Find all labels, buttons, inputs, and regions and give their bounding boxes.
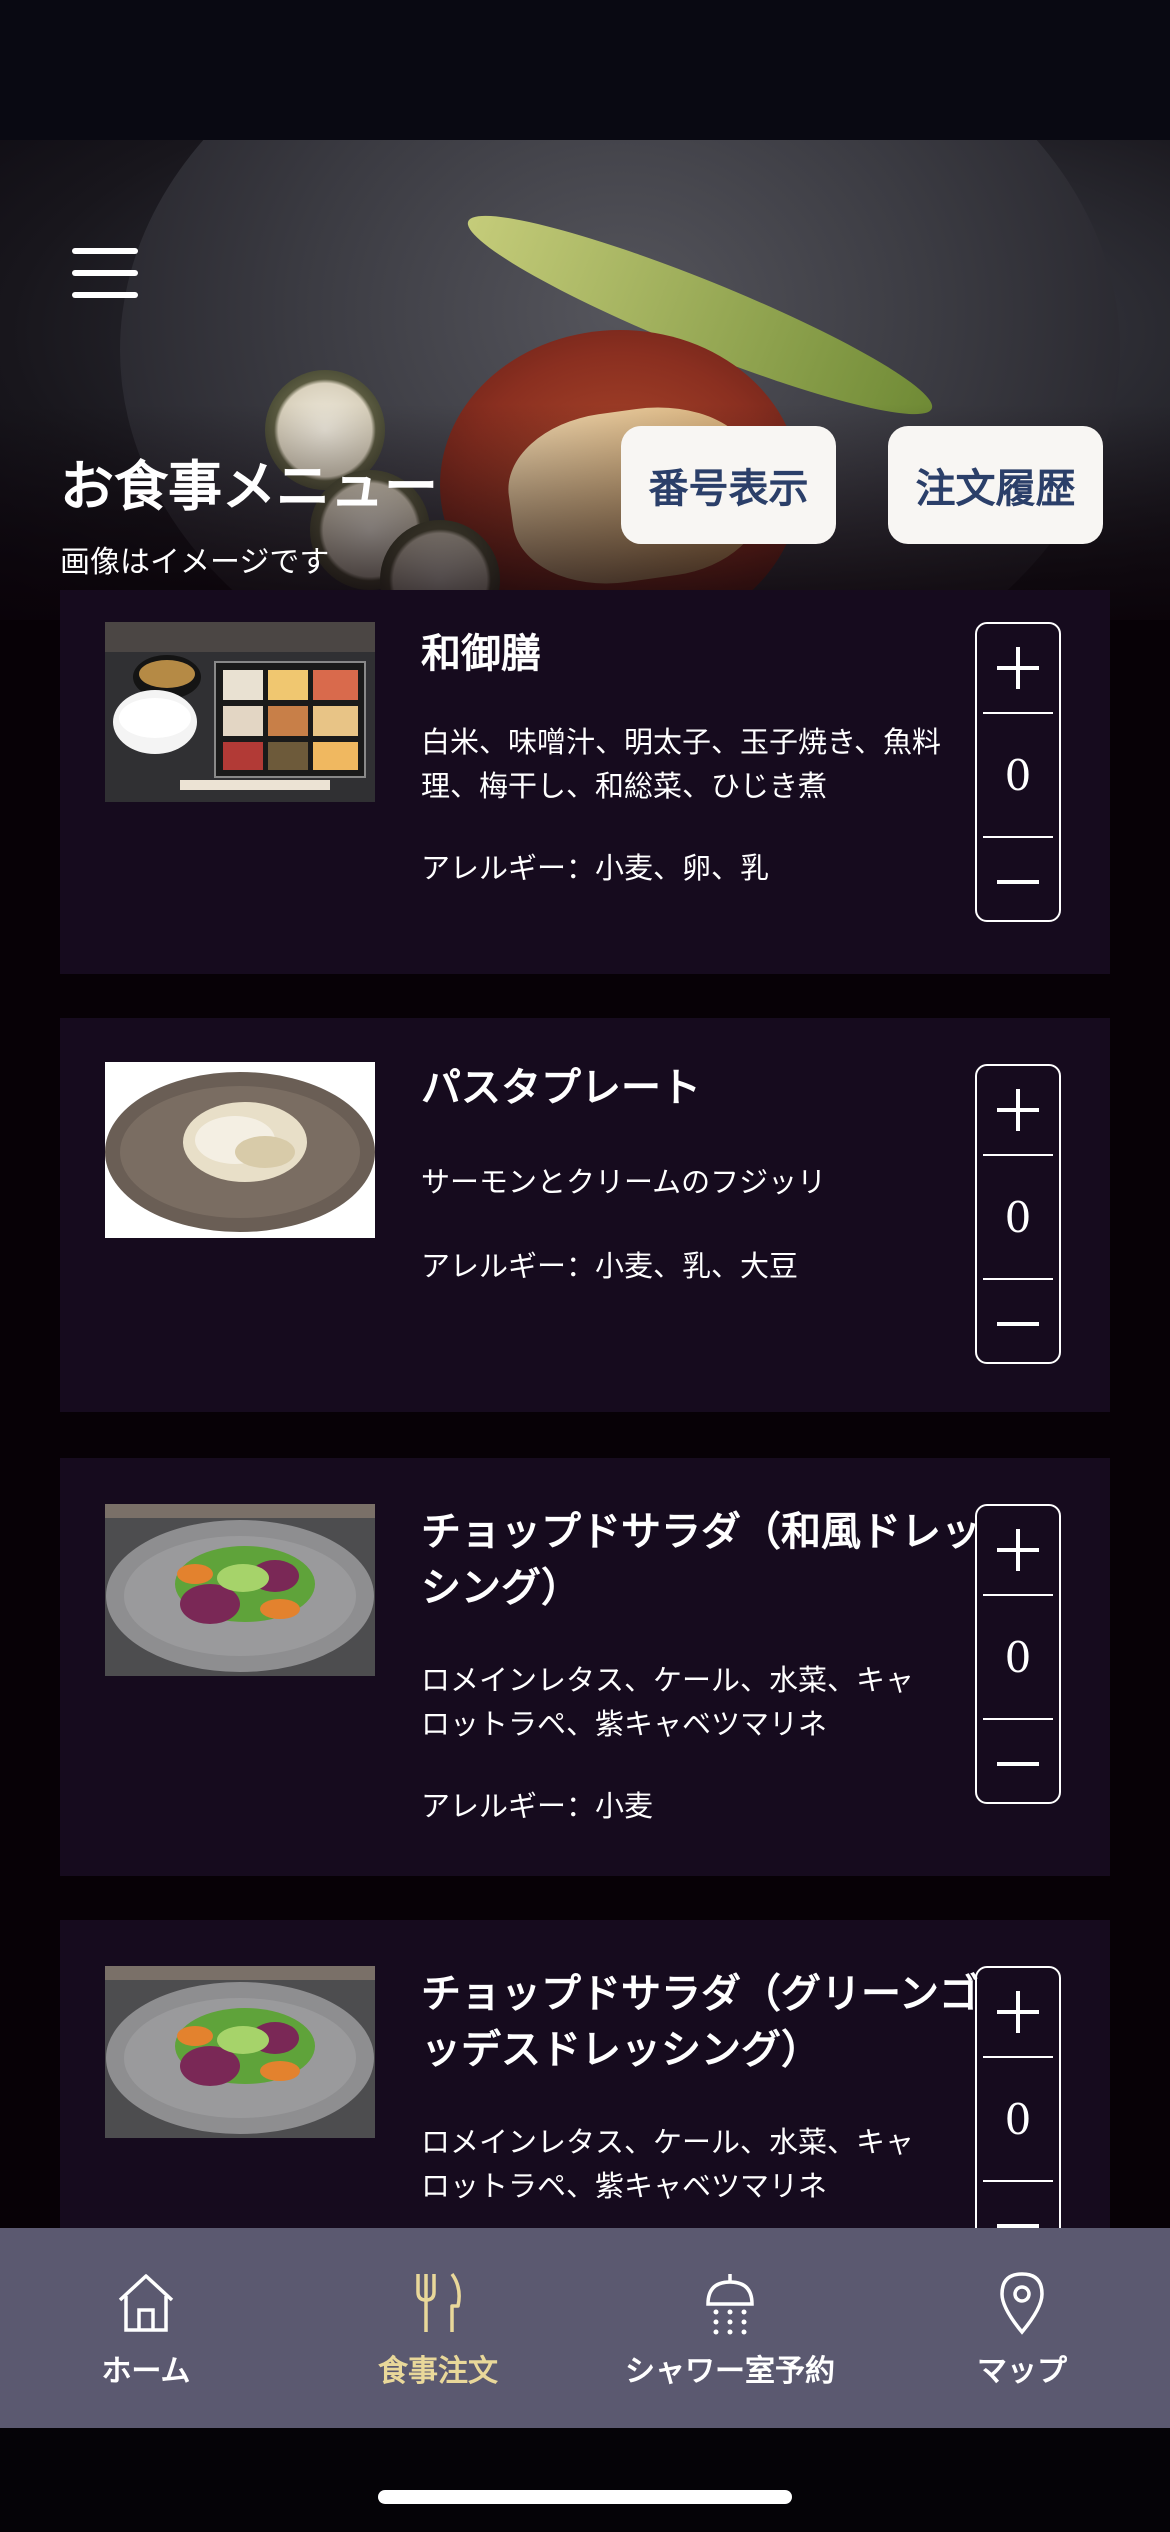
home-indicator[interactable]	[378, 2490, 792, 2504]
menu-item-image	[105, 1504, 375, 1676]
menu-item-allergy: アレルギー：小麦、卵、乳	[421, 851, 770, 885]
tab-map[interactable]: マップ	[876, 2228, 1168, 2428]
stepper-divider	[983, 2180, 1053, 2182]
tab-label: 食事注文	[378, 2354, 498, 2389]
plus-icon[interactable]	[977, 624, 1059, 712]
minus-icon[interactable]	[977, 840, 1059, 920]
map-pin-icon	[1000, 2272, 1044, 2335]
menu-item-image	[105, 1966, 375, 2138]
quantity-stepper: 0	[975, 1966, 1061, 2250]
menu-item-name: パスタプレート	[421, 1064, 701, 1111]
minus-icon[interactable]	[977, 1722, 1059, 1802]
stepper-divider	[983, 1154, 1053, 1156]
tab-home[interactable]: ホーム	[0, 2228, 292, 2428]
stepper-divider	[983, 2056, 1053, 2058]
stepper-divider	[983, 1278, 1053, 1280]
menu-item-image	[105, 622, 375, 802]
tab-meal-order[interactable]: 食事注文	[292, 2228, 584, 2428]
plus-icon[interactable]	[977, 1506, 1059, 1594]
plus-icon[interactable]	[977, 1066, 1059, 1154]
hamburger-menu-icon[interactable]	[72, 248, 138, 298]
menu-card: チョップドサラダ（グリーンゴッデスドレッシング） ロメインレタス、ケール、水菜、…	[60, 1920, 1110, 2250]
fork-knife-icon	[416, 2272, 461, 2332]
menu-card: 和御膳 白米、味噌汁、明太子、玉子焼き、魚料理、梅干し、和総菜、ひじき煮 アレル…	[60, 590, 1110, 974]
home-icon	[118, 2274, 174, 2332]
plus-icon[interactable]	[977, 1968, 1059, 2056]
quantity-value: 0	[1004, 1193, 1032, 1242]
bottom-tab-bar: ホーム 食事注文 シャワー室予約 マップ	[0, 2228, 1170, 2428]
menu-item-description: 白米、味噌汁、明太子、玉子焼き、魚料理、梅干し、和総菜、ひじき煮	[421, 725, 941, 803]
status-bar	[0, 0, 1170, 140]
quantity-stepper: 0	[975, 1504, 1061, 1804]
quantity-value: 0	[1004, 2095, 1032, 2144]
page-title: お食事メニュー	[60, 454, 438, 518]
tab-label: ホーム	[101, 2354, 191, 2389]
tab-label: マップ	[977, 2354, 1067, 2389]
shower-icon	[706, 2274, 754, 2335]
menu-item-description: サーモンとクリームのフジッリ	[421, 1165, 827, 1199]
quantity-value: 0	[1004, 1633, 1032, 1682]
number-display-button[interactable]: 番号表示	[621, 426, 836, 544]
menu-item-name: 和御膳	[421, 630, 541, 677]
stepper-divider	[983, 1594, 1053, 1596]
tab-shower-reservation[interactable]: シャワー室予約	[584, 2228, 876, 2428]
menu-item-allergy: アレルギー：小麦、乳、大豆	[421, 1249, 799, 1283]
menu-item-name: チョップドサラダ（和風ドレッシング）	[421, 1508, 981, 1611]
quantity-stepper: 0	[975, 1064, 1061, 1364]
menu-item-description: ロメインレタス、ケール、水菜、キャロットラペ、紫キャベツマリネ	[421, 2125, 915, 2203]
order-history-button[interactable]: 注文履歴	[888, 426, 1103, 544]
stepper-divider	[983, 836, 1053, 838]
menu-item-image	[105, 1062, 375, 1238]
menu-card: パスタプレート サーモンとクリームのフジッリ アレルギー：小麦、乳、大豆 0	[60, 1018, 1110, 1412]
menu-item-description: ロメインレタス、ケール、水菜、キャロットラペ、紫キャベツマリネ	[421, 1663, 915, 1741]
quantity-stepper: 0	[975, 622, 1061, 922]
minus-icon[interactable]	[977, 1282, 1059, 1362]
quantity-value: 0	[1004, 751, 1032, 800]
home-indicator-area	[0, 2428, 1170, 2532]
tab-label: シャワー室予約	[625, 2354, 835, 2389]
stepper-divider	[983, 1718, 1053, 1720]
image-note: 画像はイメージです	[60, 545, 330, 580]
menu-item-name: チョップドサラダ（グリーンゴッデスドレッシング）	[421, 1970, 979, 2073]
menu-card: チョップドサラダ（和風ドレッシング） ロメインレタス、ケール、水菜、キャロットラ…	[60, 1458, 1110, 1876]
menu-item-allergy: アレルギー：小麦	[421, 1789, 654, 1823]
stepper-divider	[983, 712, 1053, 714]
